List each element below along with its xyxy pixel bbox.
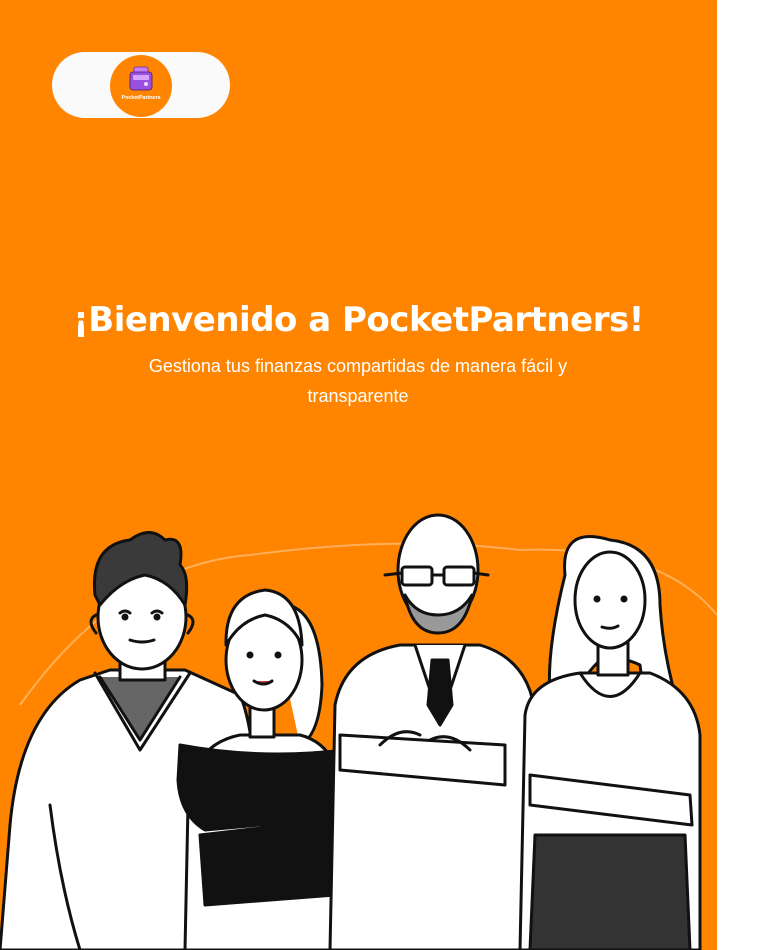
group-of-people-illustration [0,513,717,950]
welcome-panel: PocketPartners ¡Bienvenido a PocketPartn… [0,0,717,950]
logo-wordmark: PocketPartners [121,95,161,101]
person-woman-black-top [176,588,352,950]
page-subtitle: Gestiona tus finanzas compartidas de man… [148,356,568,406]
brand-logo: PocketPartners [110,55,172,117]
person-man-suit [328,513,542,950]
page-title: ¡Bienvenido a PocketPartners! [73,300,644,340]
logo-badge: PocketPartners [52,52,230,118]
wallet-icon [129,66,153,91]
person-woman-long-hair [518,535,702,950]
